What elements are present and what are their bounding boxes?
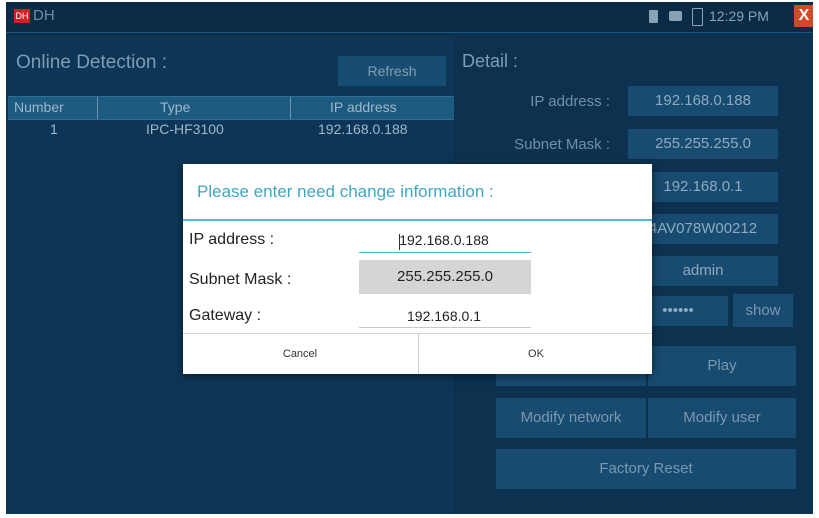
show-password-button[interactable]: show xyxy=(733,294,793,327)
factory-reset-button[interactable]: Factory Reset xyxy=(496,449,796,489)
dialog-gateway-label: Gateway : xyxy=(189,307,262,324)
app-badge-icon: DH xyxy=(14,9,30,23)
dialog-ip-underline xyxy=(359,252,531,253)
status-bar: DH DH 12:29 PM X xyxy=(6,2,813,33)
battery-icon xyxy=(692,8,703,26)
dialog-title: Please enter need change information : xyxy=(197,182,494,201)
detail-ip-label: IP address : xyxy=(530,93,610,110)
column-header-type: Type xyxy=(160,99,191,115)
detail-mask-value: 255.255.255.0 xyxy=(628,129,778,159)
change-info-dialog: Please enter need change information : I… xyxy=(183,164,652,374)
ok-button[interactable]: OK xyxy=(419,334,653,374)
column-divider xyxy=(97,97,98,119)
text-cursor xyxy=(399,234,400,250)
detail-ip-value: 192.168.0.188 xyxy=(628,86,778,116)
dialog-mask-input[interactable]: 255.255.255.0 xyxy=(359,260,531,294)
sd-card-icon xyxy=(649,10,658,23)
online-detection-title: Online Detection : xyxy=(16,52,168,73)
refresh-button[interactable]: Refresh xyxy=(338,56,446,86)
close-button[interactable]: X xyxy=(794,5,813,27)
dialog-ip-label: IP address : xyxy=(189,231,275,248)
app-title: DH xyxy=(33,7,55,24)
message-icon xyxy=(669,11,682,21)
column-header-number: Number xyxy=(14,99,64,115)
dialog-mask-label: Subnet Mask : xyxy=(189,271,292,288)
status-clock: 12:29 PM xyxy=(709,8,769,24)
modify-network-button[interactable]: Modify network xyxy=(496,398,646,438)
cancel-button[interactable]: Cancel xyxy=(183,334,417,374)
dialog-gateway-input[interactable]: 192.168.0.1 xyxy=(359,308,529,324)
play-button[interactable]: Play xyxy=(648,346,796,386)
modify-user-button[interactable]: Modify user xyxy=(648,398,796,438)
row-number: 1 xyxy=(50,121,58,137)
dialog-divider xyxy=(183,219,652,221)
dialog-ip-input[interactable]: 192.168.0.188 xyxy=(359,232,529,248)
device-table-header: Number Type IP address xyxy=(8,96,454,120)
detail-mask-label: Subnet Mask : xyxy=(514,136,610,153)
dialog-gateway-underline xyxy=(359,327,531,328)
column-divider xyxy=(290,97,291,119)
detail-title: Detail : xyxy=(462,51,519,71)
row-ip: 192.168.0.188 xyxy=(318,121,408,137)
row-type: IPC-HF3100 xyxy=(146,121,224,137)
column-header-ip: IP address xyxy=(330,99,397,115)
